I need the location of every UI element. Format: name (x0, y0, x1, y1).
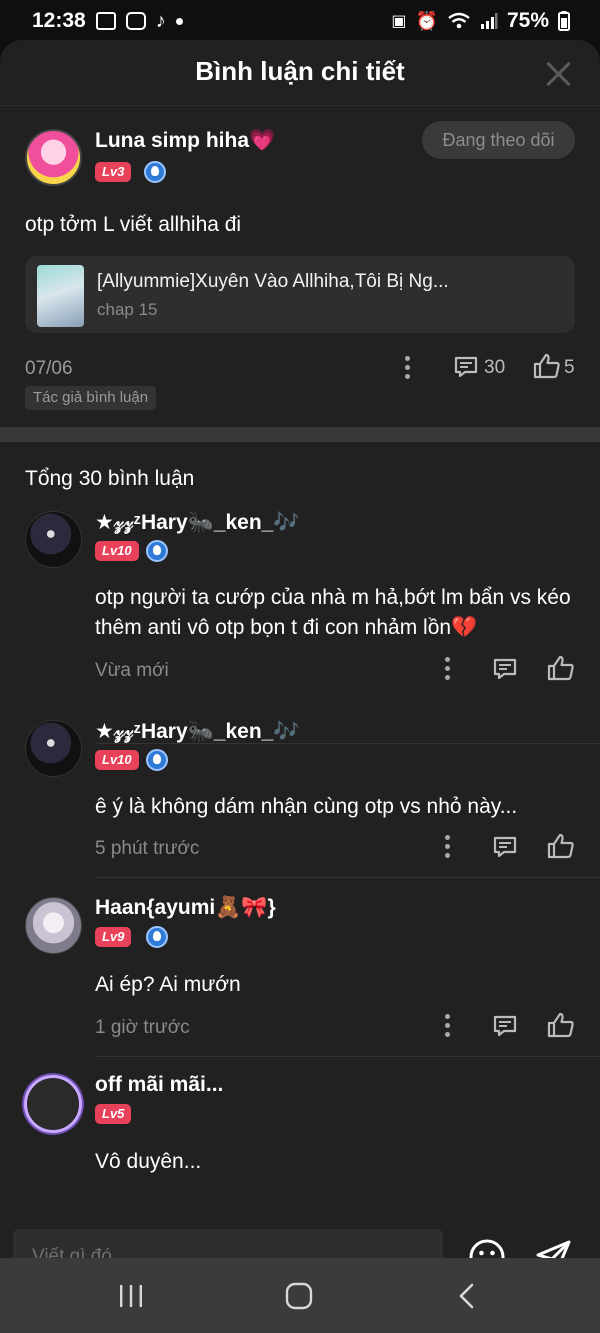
comment-text: otp người ta cướp của nhà m hả,bớt lm bẩ… (95, 586, 571, 639)
story-title: [Allyummie]Xuyên Vào Allhiha,Tôi Bị Ng..… (97, 271, 449, 292)
comment-text: Vô duyên... (95, 1150, 202, 1173)
main-comment: Luna simp hiha💗 Lv3 Đang theo dõi otp tở… (0, 106, 600, 426)
comment-input[interactable] (13, 1229, 443, 1258)
battery-icon (558, 11, 570, 31)
level-badge: Lv5 (95, 1104, 132, 1124)
notification-dot-icon (175, 17, 183, 25)
comment-item: Haan{ayumi🧸🎀} Lv9 Ai ép? Ai mướn 1 giờ t… (0, 893, 600, 1057)
alarm-icon: ⏰ (415, 10, 438, 31)
post-date: 07/06 (25, 358, 73, 379)
more-options-icon[interactable] (405, 356, 411, 380)
sheet-header: Bình luận chi tiết (0, 40, 600, 106)
divider (95, 1056, 600, 1057)
comment-input-bar (0, 1215, 600, 1258)
close-icon[interactable] (542, 58, 574, 90)
username[interactable]: off mãi mãi... (95, 1073, 223, 1097)
gallery-icon (95, 12, 116, 30)
home-icon[interactable] (284, 1282, 314, 1310)
wifi-icon (448, 12, 470, 29)
comment-time: 5 phút trước (95, 838, 200, 859)
send-icon[interactable] (534, 1237, 574, 1258)
back-icon[interactable] (452, 1282, 482, 1310)
emoji-icon[interactable] (468, 1238, 506, 1258)
system-nav-bar (0, 1258, 600, 1333)
more-options-icon[interactable] (445, 1014, 451, 1038)
username[interactable]: Haan{ayumi🧸🎀} (95, 896, 276, 920)
level-badge: Lv10 (95, 750, 139, 770)
author-tag: Tác giả bình luận (25, 386, 157, 410)
like-icon[interactable] (533, 353, 561, 379)
reply-icon[interactable] (492, 657, 518, 681)
avatar[interactable] (25, 129, 82, 186)
comment-text: otp tởm L viết allhiha đi (25, 213, 242, 236)
more-options-icon[interactable] (445, 835, 451, 859)
battery-level: 75% (506, 9, 549, 32)
comment-item: off mãi mãi... Lv5 Vô duyên... (0, 1069, 600, 1179)
story-card[interactable]: [Allyummie]Xuyên Vào Allhiha,Tôi Bị Ng..… (25, 256, 575, 333)
story-chapter: chap 15 (97, 300, 158, 319)
comment-item: ★𝓏𝓏ᶻHary🐜_ken_🎶 Lv10 otp người ta cướp c… (0, 506, 600, 744)
comment-detail-sheet: Bình luận chi tiết Luna simp hiha💗 Lv3 Đ… (0, 40, 600, 1258)
verified-icon (146, 749, 168, 771)
avatar[interactable] (25, 511, 82, 568)
story-cover-image (37, 265, 84, 327)
reply-count: 30 (484, 357, 506, 378)
comment-text: ê ý là không dám nhận cùng otp vs nhỏ nà… (95, 795, 518, 818)
page-title: Bình luận chi tiết (195, 56, 405, 86)
like-icon[interactable] (547, 655, 575, 681)
verified-icon (146, 540, 168, 562)
username[interactable]: ★𝓏𝓏ᶻHary🐜_ken_🎶 (95, 719, 299, 744)
following-button[interactable]: Đang theo dõi (422, 121, 575, 159)
comment-item: ★𝓏𝓏ᶻHary🐜_ken_🎶 Lv10 ê ý là không dám nh… (0, 716, 600, 878)
post-meta-row: 07/06 30 5 (0, 346, 600, 386)
avatar[interactable] (25, 720, 82, 777)
tiktok-icon: ♪ (155, 9, 166, 32)
lock-icon: ▣ (391, 13, 407, 30)
like-icon[interactable] (547, 833, 575, 859)
total-comments-label: Tổng 30 bình luận (25, 467, 195, 490)
youtube-icon (125, 12, 146, 30)
level-badge: Lv3 (95, 162, 132, 182)
reply-icon[interactable] (492, 1014, 518, 1038)
comment-time: 1 giờ trước (95, 1017, 190, 1038)
username[interactable]: ★𝓏𝓏ᶻHary🐜_ken_🎶 (95, 510, 299, 535)
divider (95, 877, 600, 878)
section-divider (0, 427, 600, 442)
reply-icon[interactable] (453, 355, 479, 379)
username[interactable]: Luna simp hiha💗 (95, 129, 275, 153)
status-time: 12:38 (32, 9, 86, 32)
like-count: 5 (564, 357, 575, 378)
level-badge: Lv9 (95, 927, 132, 947)
level-badge: Lv10 (95, 541, 139, 561)
status-bar: 12:38 ♪ ▣ ⏰ 75% (0, 0, 600, 42)
verified-icon (144, 161, 166, 183)
avatar[interactable] (25, 897, 82, 954)
verified-icon (146, 926, 168, 948)
like-icon[interactable] (547, 1012, 575, 1038)
recent-apps-icon[interactable] (116, 1282, 146, 1310)
more-options-icon[interactable] (445, 657, 451, 681)
reply-icon[interactable] (492, 835, 518, 859)
comment-text: Ai ép? Ai mướn (95, 973, 241, 996)
signal-icon (480, 13, 498, 29)
avatar[interactable] (24, 1075, 82, 1133)
comment-time: Vừa mới (95, 660, 169, 681)
